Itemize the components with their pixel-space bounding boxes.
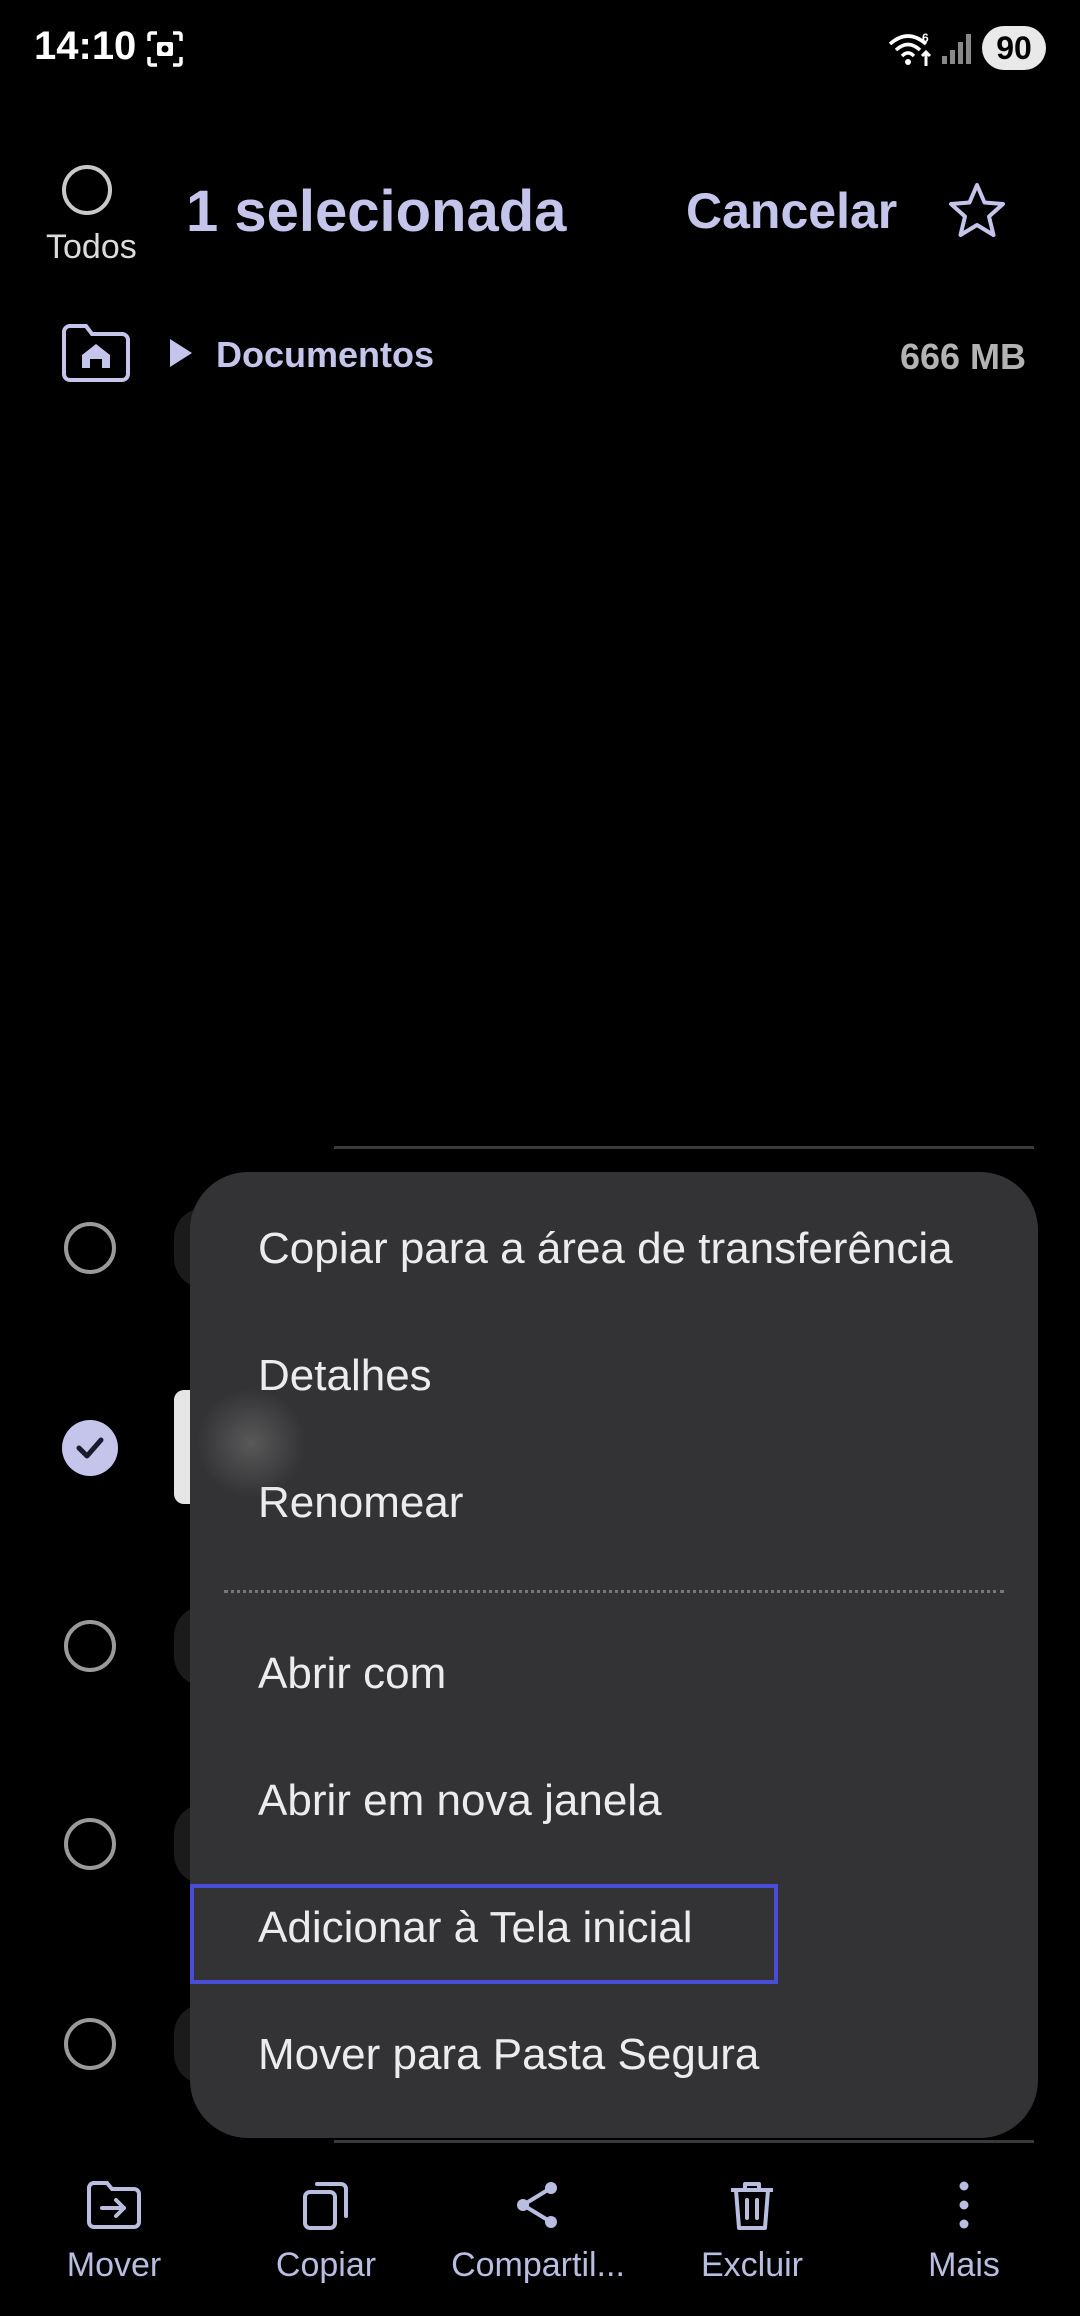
highlight-outline: [190, 1884, 778, 1984]
share-label: Compartil...: [451, 2246, 625, 2284]
cancel-button[interactable]: Cancelar: [686, 182, 897, 240]
menu-item-rename[interactable]: Renomear: [190, 1448, 1038, 1558]
wifi-icon: 6: [888, 31, 932, 66]
menu-item-copy-to-clipboard[interactable]: Copiar para a área de transferência: [190, 1194, 1038, 1304]
battery-indicator: 90: [982, 26, 1046, 70]
menu-item-label: Abrir com: [258, 1649, 447, 1698]
selection-count-title: 1 selecionada: [186, 179, 567, 244]
delete-label: Excluir: [700, 2246, 804, 2284]
menu-separator: [224, 1590, 1004, 1593]
move-label: Mover: [66, 2246, 162, 2284]
status-time: 14:10: [34, 24, 137, 68]
storage-size: 666 MB: [899, 336, 1026, 377]
row-checkbox-checked[interactable]: [62, 1420, 118, 1476]
move-button[interactable]: Mover: [14, 2176, 214, 2285]
menu-item-label: Abrir em nova janela: [258, 1776, 662, 1825]
touch-ripple: [196, 1388, 306, 1498]
row-checkbox[interactable]: [64, 1818, 116, 1870]
copy-button[interactable]: Copiar: [226, 2176, 426, 2285]
home-icon[interactable]: [60, 322, 132, 384]
move-icon: [87, 2181, 141, 2229]
share-button[interactable]: Compartil...: [438, 2176, 638, 2285]
row-checkbox[interactable]: [64, 1222, 116, 1274]
copy-icon: [303, 2182, 348, 2230]
context-menu: Copiar para a área de transferência Deta…: [190, 1172, 1038, 2138]
list-divider: [334, 1146, 1034, 1149]
more-vertical-icon: [959, 2181, 969, 2229]
signal-icon: [942, 34, 971, 64]
share-icon: [517, 2182, 557, 2228]
checkmark-icon: [76, 1437, 104, 1459]
copy-label: Copiar: [275, 2246, 377, 2284]
menu-item-details[interactable]: Detalhes: [190, 1321, 1038, 1431]
more-button[interactable]: Mais: [864, 2176, 1064, 2285]
menu-item-open-new-window[interactable]: Abrir em nova janela: [190, 1746, 1038, 1856]
menu-item-label: Mover para Pasta Segura: [258, 2030, 760, 2079]
menu-item-label: Detalhes: [258, 1351, 432, 1400]
breadcrumb-folder[interactable]: Documentos: [216, 334, 434, 376]
list-divider: [334, 2140, 1034, 2143]
menu-item-move-to-secure-folder[interactable]: Mover para Pasta Segura: [190, 2000, 1038, 2110]
screenshot-icon: [147, 31, 183, 67]
select-all-checkbox[interactable]: [62, 165, 112, 215]
delete-button[interactable]: Excluir: [652, 2176, 852, 2285]
row-checkbox[interactable]: [64, 2018, 116, 2070]
battery-level: 90: [996, 29, 1032, 66]
svg-text:6: 6: [922, 31, 929, 45]
trash-icon: [731, 2182, 773, 2230]
menu-item-label: Renomear: [258, 1478, 464, 1527]
more-label: Mais: [928, 2246, 1000, 2284]
select-all-label[interactable]: Todos: [46, 228, 137, 267]
row-checkbox[interactable]: [64, 1620, 116, 1672]
star-icon[interactable]: [946, 180, 1008, 242]
menu-item-open-with[interactable]: Abrir com: [190, 1619, 1038, 1729]
breadcrumb-arrow-icon: [170, 339, 192, 367]
menu-item-label: Copiar para a área de transferência: [258, 1224, 953, 1273]
